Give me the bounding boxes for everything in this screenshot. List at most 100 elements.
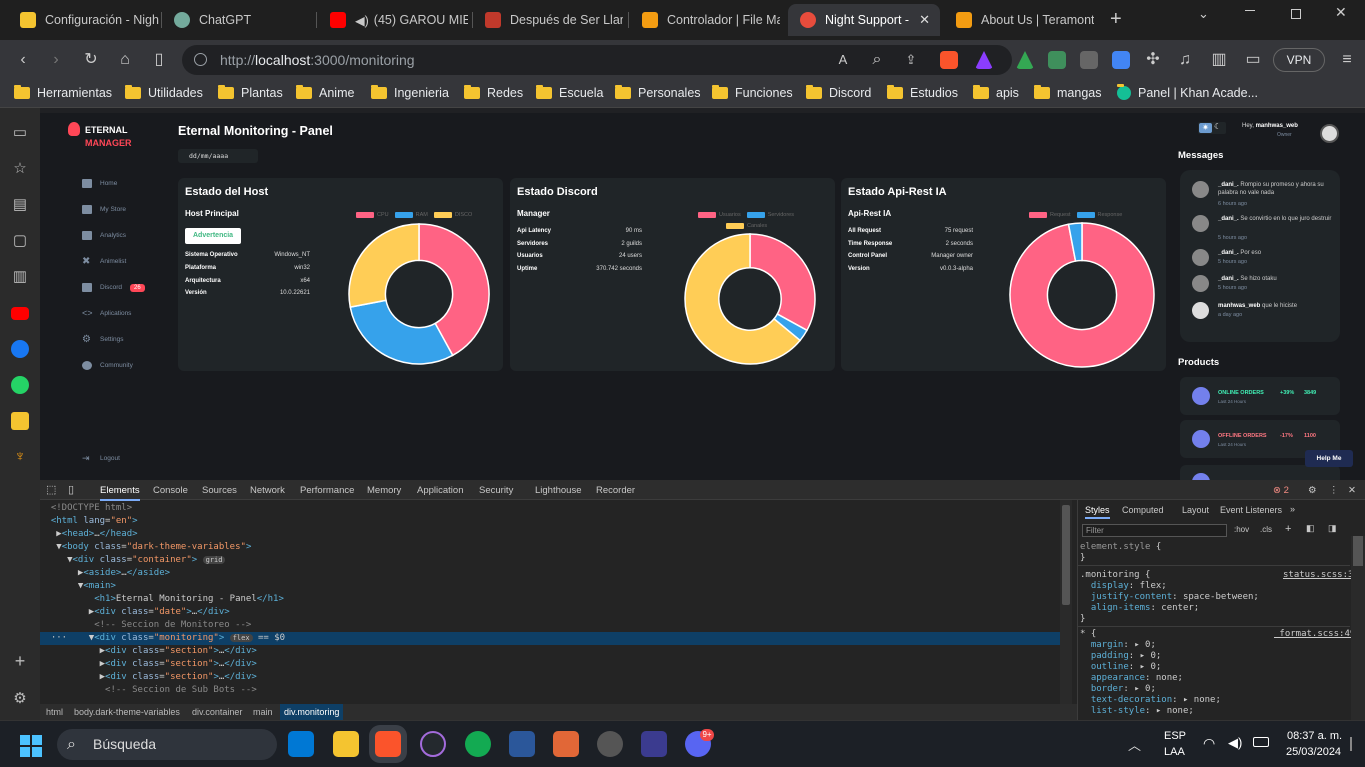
bookmark-folder[interactable]: Escuela (536, 85, 603, 100)
dom-line[interactable]: <!-- Seccion de Monitoreo --> (40, 619, 251, 632)
tab-network[interactable]: Network (250, 485, 285, 496)
dom-line[interactable]: ▶<aside>…</aside> (40, 567, 170, 580)
extension-icon[interactable] (1080, 51, 1098, 69)
translate-icon[interactable]: A (830, 48, 856, 72)
google-translate-icon[interactable] (1112, 51, 1130, 69)
elements-scrollbar[interactable] (1060, 500, 1072, 704)
dom-line-selected[interactable]: ··· ▼<div class="monitoring"> flex == $0 (40, 632, 1060, 645)
logout-button[interactable]: ⇥ Logout (82, 454, 120, 463)
bookmark-folder[interactable]: Discord (806, 85, 871, 100)
new-rule-icon[interactable]: + (1285, 523, 1291, 535)
menu-item-analytics[interactable]: Analytics (82, 231, 126, 240)
bookmark-folder[interactable]: Herramientas (14, 85, 112, 100)
tab-styles[interactable]: Styles (1085, 505, 1110, 519)
slice-disco[interactable] (348, 223, 420, 308)
brave-icon[interactable] (375, 731, 401, 757)
tab-security[interactable]: Security (479, 485, 513, 496)
tab-memory[interactable]: Memory (367, 485, 401, 496)
dom-line[interactable]: ▼<div class="container"> grid (40, 554, 226, 567)
clock-date[interactable]: 25/03/2024 (1286, 746, 1341, 758)
calendar-icon[interactable] (509, 731, 535, 757)
device-toolbar-icon[interactable]: ▯ (68, 483, 74, 496)
tab-about-us[interactable]: About Us | Teramont (944, 4, 1094, 36)
hov-toggle[interactable]: :hov (1234, 525, 1249, 534)
slice-ram[interactable] (349, 299, 454, 365)
book-icon[interactable]: ▥ (11, 268, 29, 286)
tab-layout[interactable]: Layout (1182, 505, 1209, 515)
chevron-up-icon[interactable]: ︿ (1128, 735, 1141, 754)
new-tab-button[interactable]: + (1110, 8, 1122, 31)
wallet-icon[interactable]: ▢ (11, 232, 29, 250)
bookmark-icon[interactable]: ▯ (146, 48, 172, 72)
facebook-icon[interactable] (11, 340, 29, 358)
whatsapp-icon[interactable] (11, 376, 29, 394)
bookmark-folder[interactable]: mangas (1034, 85, 1101, 100)
google-drive-icon[interactable] (1016, 51, 1034, 69)
menu-icon[interactable]: ≡ (1334, 48, 1360, 72)
help-button[interactable]: Help Me (1305, 450, 1353, 467)
dom-line[interactable]: ▶<div class="section">…</div> (40, 671, 257, 684)
styles-scrollbar[interactable] (1351, 536, 1365, 720)
brave-shield-icon[interactable] (940, 51, 958, 69)
share-icon[interactable]: ⇪ (898, 48, 924, 72)
mongodb-icon[interactable] (465, 731, 491, 757)
warning-button[interactable]: Advertencia (185, 228, 242, 244)
crumb-container[interactable]: div.container (192, 707, 242, 717)
tab-controlador[interactable]: Controlador | File Ma (630, 4, 780, 36)
image-icon[interactable] (11, 412, 29, 430)
tab-elements[interactable]: Elements (100, 485, 140, 501)
inspect-icon[interactable]: ⬚ (46, 483, 56, 496)
date-input[interactable]: dd/mm/aaaa (178, 149, 258, 163)
product-online-orders[interactable]: ONLINE ORDERS Last 24 Hours +39% 3849 (1180, 377, 1340, 415)
add-icon[interactable]: + (11, 652, 29, 670)
sidebar-toggle-icon[interactable]: ◨ (1328, 523, 1337, 534)
dom-line[interactable]: ▶<head>…</head> (40, 528, 137, 541)
volume-icon[interactable]: ◀) (1228, 735, 1242, 751)
menu-item-discord[interactable]: Discord 26 (82, 283, 145, 292)
bookmark-folder[interactable]: Ingenieria (371, 85, 449, 100)
tex-icon[interactable] (641, 731, 667, 757)
tab-lighthouse[interactable]: Lighthouse (535, 485, 581, 496)
extension-icon[interactable] (1048, 51, 1066, 69)
github-icon[interactable] (420, 731, 446, 757)
app-icon[interactable] (597, 731, 623, 757)
language-layout[interactable]: LAA (1164, 746, 1185, 758)
dom-line[interactable]: <html lang="en"> (40, 515, 138, 528)
bookmark-folder[interactable]: Personales (615, 85, 701, 100)
tab-event-listeners[interactable]: Event Listeners (1220, 505, 1282, 515)
tab-application[interactable]: Application (417, 485, 463, 496)
dom-line[interactable]: ▼<main> (40, 580, 116, 593)
close-window-icon[interactable]: ✕ (1335, 4, 1347, 21)
menu-item-animelist[interactable]: ✖ Animelist (82, 257, 126, 267)
vscode-icon[interactable] (288, 731, 314, 757)
battery-icon[interactable] (1253, 737, 1269, 747)
show-desktop-button[interactable] (1350, 737, 1352, 751)
bookmark-folder[interactable]: Estudios (887, 85, 958, 100)
language-code[interactable]: ESP (1164, 730, 1186, 742)
tab-recorder[interactable]: Recorder (596, 485, 635, 496)
more-tabs-icon[interactable]: » (1290, 504, 1295, 514)
settings-icon[interactable]: ⚙ (1308, 485, 1317, 496)
scroll-thumb[interactable] (1353, 536, 1363, 566)
menu-item-aplications[interactable]: <> Aplications (82, 309, 131, 318)
avatar[interactable] (1320, 124, 1339, 143)
slice-usuarios[interactable] (749, 233, 816, 332)
dom-line[interactable]: ▶<div class="section">…</div> (40, 645, 257, 658)
file-explorer-icon[interactable] (333, 731, 359, 757)
crumb-monitoring[interactable]: div.monitoring (280, 704, 344, 720)
close-devtools-icon[interactable]: ✕ (1348, 485, 1356, 496)
scroll-thumb[interactable] (1062, 505, 1070, 605)
crumb-main[interactable]: main (253, 707, 273, 717)
info-icon[interactable] (194, 53, 207, 66)
tab-night-support[interactable]: Night Support - ✕ (788, 4, 940, 36)
youtube-icon[interactable] (11, 307, 29, 320)
product-card[interactable] (1180, 465, 1340, 480)
music-icon[interactable]: ♫ (1172, 48, 1198, 72)
app-icon[interactable]: ♆ (11, 448, 29, 466)
tab-sources[interactable]: Sources (202, 485, 237, 496)
menu-item-settings[interactable]: ⚙ Settings (82, 335, 124, 345)
vpn-button[interactable]: VPN (1273, 48, 1325, 72)
bookmark-link[interactable]: Panel | Khan Acade... (1117, 84, 1258, 100)
clock-time[interactable]: 08:37 a. m. (1287, 730, 1342, 742)
star-icon[interactable]: ☆ (11, 160, 29, 178)
